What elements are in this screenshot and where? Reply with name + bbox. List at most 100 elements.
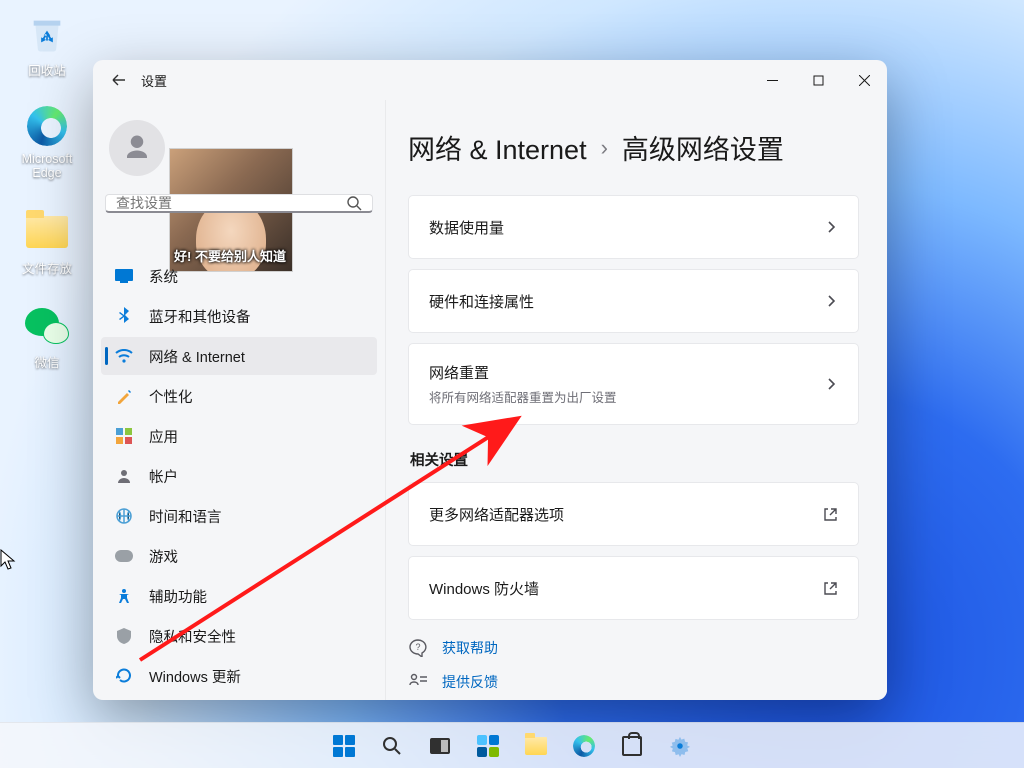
minimize-button[interactable] [749,60,795,100]
card-title: 更多网络适配器选项 [429,504,564,525]
chevron-right-icon: › [601,135,608,161]
cursor-icon [0,549,18,571]
search-icon [346,195,362,211]
give-feedback-link[interactable]: 提供反馈 [408,672,859,692]
update-icon [115,667,133,685]
desktop-icon-folder[interactable]: 文件存放 [8,210,86,277]
time-language-icon [115,507,133,525]
shield-icon [115,627,133,645]
sidebar-item-personalization[interactable]: 个性化 [101,377,377,415]
folder-icon [525,737,547,755]
taskbar-taskview-button[interactable] [419,727,461,765]
personalization-icon [115,387,133,405]
gear-icon [669,735,691,757]
taskbar-store-button[interactable] [611,727,653,765]
desktop-icon-label: 微信 [34,352,59,371]
card-title: 数据使用量 [429,217,504,238]
sidebar-item-accounts[interactable]: 帐户 [101,457,377,495]
window-titlebar: 设置 [93,60,887,100]
desktop-icon-label: 回收站 [28,60,66,79]
sidebar-item-label: 个性化 [149,386,193,407]
taskbar-widgets-button[interactable] [467,727,509,765]
card-more-adapter-options[interactable]: 更多网络适配器选项 [408,482,859,546]
chevron-right-icon [824,294,838,308]
card-title: 硬件和连接属性 [429,291,534,312]
get-help-link[interactable]: ? 获取帮助 [408,638,859,658]
back-button[interactable] [103,64,135,96]
taskbar-edge-button[interactable] [563,727,605,765]
sidebar-item-label: 网络 & Internet [149,346,245,367]
wechat-icon [25,306,69,346]
apps-icon [115,427,133,445]
sidebar-item-label: 帐户 [149,466,178,487]
sidebar-item-privacy[interactable]: 隐私和安全性 [101,617,377,655]
windows-logo-icon [333,735,355,757]
sidebar: 好! 不要给别人知道 系统 蓝牙和其他设备 网络 & Internet [93,100,385,700]
avatar [109,120,165,176]
wifi-icon [115,347,133,365]
gaming-icon [115,547,133,565]
sidebar-item-label: 隐私和安全性 [149,626,236,647]
card-data-usage[interactable]: 数据使用量 [408,195,859,259]
sidebar-item-label: 蓝牙和其他设备 [149,306,251,327]
sidebar-item-system[interactable]: 系统 [101,257,377,295]
sidebar-item-label: 时间和语言 [149,506,222,527]
edge-icon [27,106,67,146]
feedback-icon [408,673,428,691]
card-title: 网络重置 [429,362,617,383]
card-windows-firewall[interactable]: Windows 防火墙 [408,556,859,620]
sidebar-item-time[interactable]: 时间和语言 [101,497,377,535]
sidebar-item-gaming[interactable]: 游戏 [101,537,377,575]
breadcrumb: 网络 & Internet › 高级网络设置 [408,128,859,167]
external-link-icon [823,581,838,596]
sidebar-item-bluetooth[interactable]: 蓝牙和其他设备 [101,297,377,335]
maximize-button[interactable] [795,60,841,100]
desktop-icon-label: Microsoft Edge [8,152,86,180]
desktop-icon-recycle-bin[interactable]: 回收站 [8,12,86,79]
card-network-reset[interactable]: 网络重置 将所有网络适配器重置为出厂设置 [408,343,859,425]
taskbar-explorer-button[interactable] [515,727,557,765]
close-icon [859,75,870,86]
help-link-label: 获取帮助 [442,638,498,658]
accounts-icon [115,467,133,485]
sidebar-item-label: Windows 更新 [149,666,241,687]
app-title: 设置 [141,71,167,90]
bluetooth-icon [115,307,133,325]
card-hardware-properties[interactable]: 硬件和连接属性 [408,269,859,333]
desktop-icon-label: 文件存放 [22,258,72,277]
breadcrumb-parent[interactable]: 网络 & Internet [408,128,587,167]
desktop-icon-wechat[interactable]: 微信 [8,304,86,371]
chevron-right-icon [824,377,838,391]
external-link-icon [823,507,838,522]
help-link-label: 提供反馈 [442,672,498,692]
sidebar-nav: 系统 蓝牙和其他设备 网络 & Internet 个性化 应用 [101,257,377,695]
main-content: 网络 & Internet › 高级网络设置 数据使用量 硬件和连接属性 网络重… [385,100,887,700]
start-button[interactable] [323,727,365,765]
chevron-right-icon [824,220,838,234]
maximize-icon [813,75,824,86]
sidebar-item-label: 游戏 [149,546,178,567]
accessibility-icon [115,587,133,605]
folder-icon [26,216,68,248]
breadcrumb-current: 高级网络设置 [622,128,784,167]
search-icon [382,736,402,756]
sidebar-item-update[interactable]: Windows 更新 [101,657,377,695]
recycle-bin-icon [27,14,67,54]
sidebar-item-label: 系统 [149,266,178,287]
settings-window: 设置 好! 不要给别人知道 [93,60,887,700]
sidebar-item-apps[interactable]: 应用 [101,417,377,455]
search-box[interactable] [105,194,373,213]
desktop-icon-edge[interactable]: Microsoft Edge [8,104,86,180]
card-subtitle: 将所有网络适配器重置为出厂设置 [429,387,617,406]
taskbar-search-button[interactable] [371,727,413,765]
sidebar-item-network[interactable]: 网络 & Internet [101,337,377,375]
search-input[interactable] [116,195,346,211]
close-button[interactable] [841,60,887,100]
sidebar-item-label: 应用 [149,426,178,447]
arrow-left-icon [111,72,127,88]
sidebar-item-accessibility[interactable]: 辅助功能 [101,577,377,615]
taskbar-settings-button[interactable] [659,727,701,765]
widgets-icon [477,735,499,757]
taskbar [0,722,1024,768]
person-icon [122,133,152,163]
